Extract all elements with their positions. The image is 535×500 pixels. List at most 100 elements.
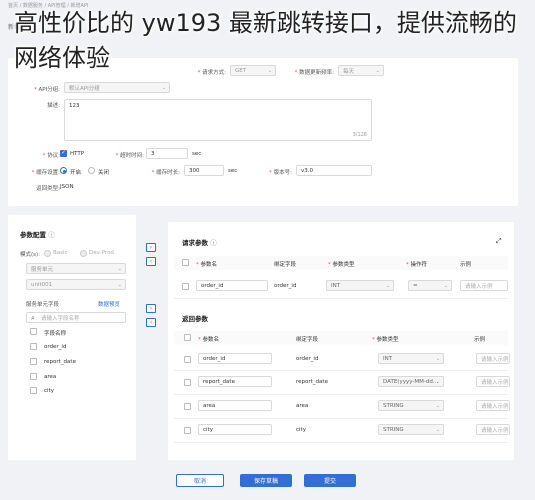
select-all-fields-checkbox[interactable] [30,328,37,335]
protocol-http-checkbox[interactable] [60,149,67,157]
request-param-name-input[interactable]: order_id [196,280,268,291]
timeout-input[interactable]: 3 [146,148,188,159]
return-row-checkbox[interactable] [184,356,191,363]
request-header-operator: * 操作符 [406,262,428,268]
request-example-input[interactable]: 请输入示例 [460,280,508,291]
move-left-request-button[interactable]: ‹ [146,257,156,266]
protocol-label: * 协议: [42,153,60,159]
description-counter: 3/128 [352,132,367,138]
field-item: report_date [44,359,76,365]
chevron-down-icon: ⌄ [435,402,440,409]
data-preview-link[interactable]: 数据预览 [98,300,120,308]
field-checkbox[interactable] [30,343,37,350]
return-type-select[interactable]: STRING ⌄ [378,400,444,411]
api-group-select[interactable]: 默认API分组 ⌄ [64,82,170,93]
cache-label: * 缓存设置: [31,170,60,176]
return-type-label: 返回类型: [36,186,60,192]
return-type-value: JSON [60,184,74,190]
cache-time-label: * 缓存时长: [151,170,180,176]
chevron-right-icon: › [149,305,153,312]
return-header-name: * 参数名 [198,337,220,343]
return-param-name-input[interactable]: city [198,424,272,435]
request-row-checkbox[interactable] [182,283,189,290]
return-param-name-input[interactable]: area [198,400,272,411]
chevron-down-icon: ⌄ [385,282,390,289]
return-table-header [174,331,508,345]
mode-basic-label: Basic [53,250,68,256]
service-unit-select[interactable]: 服务单元 ⌄ [26,263,126,274]
return-example-input[interactable]: 请输入示例 [476,400,510,411]
mode-devprod-label: Dev-Prod [89,250,114,256]
return-bind-field: report_date [296,379,328,385]
return-row-checkbox[interactable] [184,403,191,410]
field-checkbox[interactable] [30,387,37,394]
request-header-example: 示例 [460,262,472,268]
version-input[interactable]: v3.0 [296,165,372,176]
return-param-name-input[interactable]: order_id [198,353,272,364]
cancel-button[interactable]: 取消 [176,474,224,487]
search-icon: ⌕ [31,314,35,322]
return-header-type: * 参数类型 [372,337,399,343]
move-left-return-button[interactable]: ‹ [146,318,156,327]
chevron-down-icon: ⌄ [435,355,440,362]
cache-on-label: 开启 [70,170,82,176]
description-value: 123 [69,103,80,109]
return-type-select[interactable]: DATE(yyyy-MM-dd... ⌄ [378,376,444,387]
return-select-all-checkbox[interactable] [184,334,191,341]
move-right-return-button[interactable]: › [146,304,156,313]
chevron-right-icon: › [149,244,153,251]
return-example-input[interactable]: 请输入示例 [476,353,510,364]
field-item: order_id [44,344,67,350]
chevron-down-icon: ⌄ [117,265,122,272]
param-config-panel: 参数配置 ⓘ 模式(s): Basic Dev-Prod 服务单元 ⌄ unit0… [8,215,136,460]
request-bind-field: order_id [274,283,297,289]
mode-label: 模式(s): [20,252,41,258]
chevron-down-icon: ⌄ [435,426,440,433]
field-checkbox[interactable] [30,358,37,365]
description-textarea[interactable]: 123 3/128 [64,99,372,141]
field-checkbox[interactable] [30,373,37,380]
protocol-http-label: HTTP [70,151,85,157]
cache-time-input[interactable]: 300 [184,165,224,176]
move-right-request-button[interactable]: › [146,243,156,252]
request-type-select[interactable]: INT ⌄ [326,280,394,291]
info-icon: ⓘ [48,231,55,239]
save-draft-button[interactable]: 保存草稿 [240,474,292,487]
chevron-down-icon: ⌄ [443,282,448,289]
chevron-down-icon: ⌄ [161,84,166,91]
unit-select[interactable]: unit001 ⌄ [26,279,126,290]
return-bind-field: order_id [296,356,319,362]
request-params-title: 请求参数 ⓘ [182,239,217,247]
return-bind-field: area [296,403,309,409]
cache-off-label: 关闭 [98,170,110,176]
field-item: area [44,374,57,380]
expand-icon[interactable]: ⤢ [496,237,502,246]
info-icon: ⓘ [210,239,217,247]
version-label: * 版本号: [269,170,292,176]
return-header-bind: 绑定字段 [296,337,319,343]
return-type-select[interactable]: STRING ⌄ [378,424,444,435]
return-row-checkbox[interactable] [184,427,191,434]
request-operator-select[interactable]: = ⌄ [408,280,452,291]
request-select-all-checkbox[interactable] [182,259,189,266]
mode-devprod-radio[interactable] [80,250,87,257]
return-row-checkbox[interactable] [184,379,191,386]
field-search-input[interactable]: ⌕ 请输入字段名称 [26,312,126,323]
return-example-input[interactable]: 请输入示例 [476,376,510,387]
mode-basic-radio[interactable] [44,250,51,257]
submit-button[interactable]: 提交 [304,474,356,487]
return-param-name-input[interactable]: report_date [198,376,272,387]
cache-off-radio[interactable] [88,167,95,174]
return-header-example: 示例 [474,337,486,343]
divider [174,370,508,371]
field-item: city [44,388,54,394]
return-type-select[interactable]: INT ⌄ [378,353,444,364]
cache-on-radio[interactable] [60,167,67,174]
table-field-label: 服务单元字段 [26,302,60,308]
timeout-label: * 超时时间: [115,153,144,159]
overlay-title: 高性价比的 yw193 最新跳转接口，提供流畅的网络体验 [14,9,517,72]
divider [174,418,508,419]
return-example-input[interactable]: 请输入示例 [476,424,510,435]
api-group-label: * API分组: [33,87,60,93]
field-name-header: 字段名称 [44,331,67,337]
